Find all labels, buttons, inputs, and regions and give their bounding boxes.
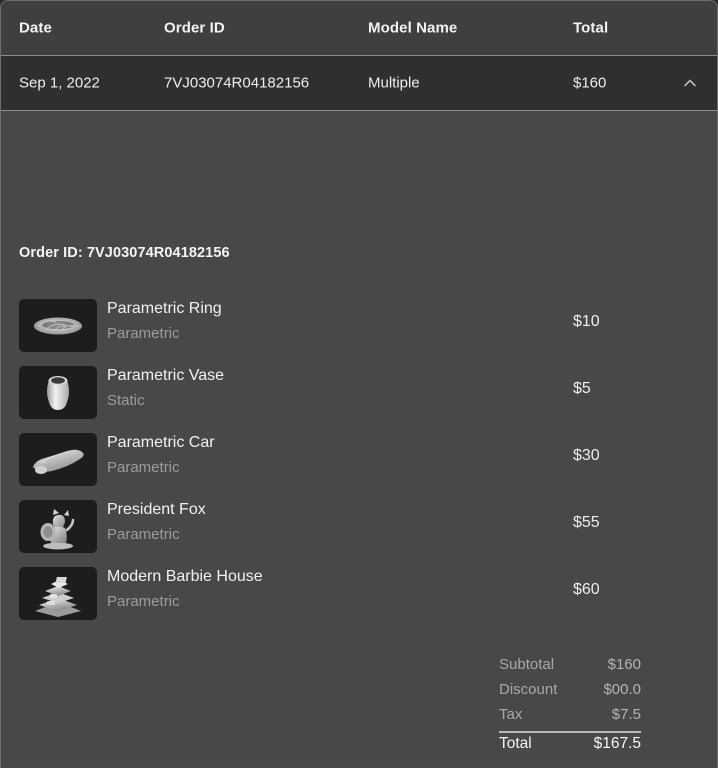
- order-details-body: Order ID: 7VJ03074R04182156 Parametric R…: [1, 111, 717, 768]
- list-item[interactable]: Parametric Ring Parametric $10: [1, 289, 717, 356]
- item-title: Parametric Car: [107, 434, 215, 451]
- summary-row-tax: Tax $7.5: [499, 706, 641, 731]
- fox-thumbnail: [19, 500, 97, 553]
- summary-value: $7.5: [611, 706, 641, 723]
- summary-value: $167.5: [593, 735, 641, 752]
- column-header-model-name: Model Name: [368, 19, 458, 37]
- item-price: $10: [573, 313, 600, 330]
- summary-label: Total: [499, 735, 532, 752]
- order-row-selected[interactable]: Sep 1, 2022 7VJ03074R04182156 Multiple $…: [1, 56, 717, 111]
- item-subtitle: Static: [107, 392, 145, 409]
- summary-label: Discount: [499, 681, 558, 698]
- order-item-list: Parametric Ring Parametric $10 Parametri…: [1, 289, 717, 624]
- summary-value: $160: [607, 656, 641, 673]
- table-header: Date Order ID Model Name Total: [1, 1, 717, 56]
- column-header-total: Total: [573, 19, 609, 37]
- summary-value: $00.0: [603, 681, 641, 698]
- chevron-up-icon[interactable]: [675, 68, 705, 98]
- list-item[interactable]: Parametric Vase Static $5: [1, 356, 717, 423]
- order-id-heading: Order ID: 7VJ03074R04182156: [19, 245, 230, 261]
- item-subtitle: Parametric: [107, 593, 180, 610]
- summary-row-discount: Discount $00.0: [499, 681, 641, 706]
- item-price: $30: [573, 447, 600, 464]
- list-item[interactable]: Modern Barbie House Parametric $60: [1, 557, 717, 624]
- column-header-date: Date: [19, 19, 52, 37]
- order-row-order-id: 7VJ03074R04182156: [164, 74, 310, 92]
- order-row-total: $160: [573, 74, 607, 92]
- item-price: $55: [573, 514, 600, 531]
- item-title: President Fox: [107, 501, 206, 518]
- order-row-model-name: Multiple: [368, 74, 420, 92]
- order-summary: Subtotal $160 Discount $00.0 Tax $7.5 To…: [499, 656, 641, 758]
- item-title: Parametric Vase: [107, 367, 225, 384]
- column-header-order-id: Order ID: [164, 19, 225, 37]
- list-item[interactable]: President Fox Parametric $55: [1, 490, 717, 557]
- house-thumbnail: [19, 567, 97, 620]
- car-thumbnail: [19, 433, 97, 486]
- summary-row-subtotal: Subtotal $160: [499, 656, 641, 681]
- summary-label: Tax: [499, 706, 523, 723]
- item-subtitle: Parametric: [107, 325, 180, 342]
- item-title: Modern Barbie House: [107, 568, 263, 585]
- order-history-panel: Date Order ID Model Name Total Sep 1, 20…: [0, 0, 718, 768]
- summary-label: Subtotal: [499, 656, 555, 673]
- list-item[interactable]: Parametric Car Parametric $30: [1, 423, 717, 490]
- item-price: $5: [573, 380, 591, 397]
- item-price: $60: [573, 581, 600, 598]
- summary-row-total: Total $167.5: [499, 731, 641, 758]
- item-title: Parametric Ring: [107, 300, 222, 317]
- vase-thumbnail: [19, 366, 97, 419]
- ring-thumbnail: [19, 299, 97, 352]
- order-row-date: Sep 1, 2022: [19, 74, 100, 92]
- item-subtitle: Parametric: [107, 459, 180, 476]
- item-subtitle: Parametric: [107, 526, 180, 543]
